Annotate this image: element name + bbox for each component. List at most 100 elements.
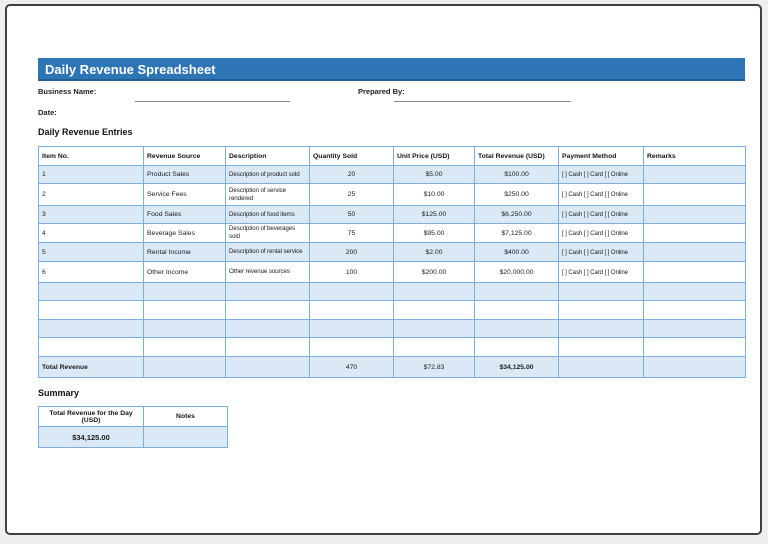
cell-total-revenue[interactable]: $250.00 — [474, 183, 559, 206]
cell-description[interactable]: Description of service rendered — [225, 183, 310, 206]
empty-cell[interactable] — [143, 282, 226, 301]
cell-item-no[interactable]: 4 — [38, 223, 144, 243]
total-revenue-value[interactable]: $34,125.00 — [474, 356, 559, 378]
cell-item-no[interactable]: 5 — [38, 242, 144, 262]
cell-remarks[interactable] — [643, 242, 746, 262]
empty-cell[interactable] — [143, 337, 226, 357]
empty-cell[interactable] — [643, 319, 746, 338]
cell-item-no[interactable]: 1 — [38, 165, 144, 184]
empty-cell[interactable] — [558, 300, 644, 320]
empty-cell[interactable] — [474, 337, 559, 357]
empty-cell[interactable] — [225, 300, 310, 320]
cell-remarks[interactable] — [643, 223, 746, 243]
empty-cell[interactable] — [643, 282, 746, 301]
cell-total-revenue[interactable]: $20,000.00 — [474, 261, 559, 283]
empty-cell[interactable] — [38, 282, 144, 301]
cell-description[interactable]: Description of product sold — [225, 165, 310, 184]
cell-payment-method[interactable]: [ ] Cash [ ] Card [ ] Online — [558, 223, 644, 243]
cell-quantity-sold[interactable]: 100 — [309, 261, 394, 283]
empty-cell[interactable] — [558, 337, 644, 357]
total-row-label[interactable]: Total Revenue — [38, 356, 144, 378]
cell-total-revenue[interactable]: $7,125.00 — [474, 223, 559, 243]
empty-cell[interactable] — [225, 282, 310, 301]
empty-cell[interactable] — [643, 337, 746, 357]
cell-description[interactable]: Description of rental service — [225, 242, 310, 262]
cell-revenue-source[interactable]: Other Income — [143, 261, 226, 283]
empty-cell[interactable] — [309, 319, 394, 338]
table-row: 5 Rental Income Description of rental se… — [38, 242, 746, 262]
empty-cell[interactable] — [38, 300, 144, 320]
empty-cell[interactable] — [225, 337, 310, 357]
cell-revenue-source[interactable]: Service Fees — [143, 183, 226, 206]
empty-cell[interactable] — [558, 356, 644, 378]
cell-remarks[interactable] — [643, 165, 746, 184]
empty-cell[interactable] — [143, 356, 226, 378]
empty-cell[interactable] — [474, 300, 559, 320]
empty-cell[interactable] — [309, 282, 394, 301]
cell-remarks[interactable] — [643, 205, 746, 224]
cell-total-revenue[interactable]: $400.00 — [474, 242, 559, 262]
cell-unit-price[interactable]: $125.00 — [393, 205, 475, 224]
cell-quantity-sold[interactable]: 75 — [309, 223, 394, 243]
cell-description[interactable]: Other revenue sources — [225, 261, 310, 283]
empty-cell[interactable] — [558, 282, 644, 301]
cell-revenue-source[interactable]: Food Sales — [143, 205, 226, 224]
empty-cell[interactable] — [143, 300, 226, 320]
empty-cell[interactable] — [393, 300, 475, 320]
empty-cell[interactable] — [309, 300, 394, 320]
empty-cell[interactable] — [225, 319, 310, 338]
cell-revenue-source[interactable]: Product Sales — [143, 165, 226, 184]
cell-revenue-source[interactable]: Rental Income — [143, 242, 226, 262]
cell-quantity-sold[interactable]: 25 — [309, 183, 394, 206]
col-header-total-revenue: Total Revenue (USD) — [474, 146, 559, 166]
cell-quantity-sold[interactable]: 200 — [309, 242, 394, 262]
cell-remarks[interactable] — [643, 261, 746, 283]
cell-payment-method[interactable]: [ ] Cash [ ] Card [ ] Online — [558, 242, 644, 262]
cell-payment-method[interactable]: [ ] Cash [ ] Card [ ] Online — [558, 183, 644, 206]
cell-total-revenue[interactable]: $6,250.00 — [474, 205, 559, 224]
cell-total-revenue[interactable]: $100.00 — [474, 165, 559, 184]
cell-payment-method[interactable]: [ ] Cash [ ] Card [ ] Online — [558, 261, 644, 283]
cell-description[interactable]: Description of beverages sold — [225, 223, 310, 243]
date-label: Date: — [38, 108, 57, 117]
total-row: Total Revenue 470 $72.83 $34,125.00 — [38, 356, 746, 378]
cell-unit-price[interactable]: $200.00 — [393, 261, 475, 283]
col-header-description: Description — [225, 146, 310, 166]
table-header-row: Item No. Revenue Source Description Quan… — [38, 146, 746, 166]
cell-item-no[interactable]: 3 — [38, 205, 144, 224]
empty-cell[interactable] — [309, 337, 394, 357]
cell-unit-price[interactable]: $95.00 — [393, 223, 475, 243]
empty-cell[interactable] — [558, 319, 644, 338]
empty-cell[interactable] — [474, 282, 559, 301]
cell-revenue-source[interactable]: Beverage Sales — [143, 223, 226, 243]
summary-table: Total Revenue for the Day (USD) Notes $3… — [38, 406, 228, 448]
empty-cell[interactable] — [643, 300, 746, 320]
empty-cell[interactable] — [643, 356, 746, 378]
total-quantity-sold[interactable]: 470 — [309, 356, 394, 378]
empty-cell[interactable] — [393, 319, 475, 338]
cell-item-no[interactable]: 2 — [38, 183, 144, 206]
empty-cell[interactable] — [225, 356, 310, 378]
empty-cell[interactable] — [393, 282, 475, 301]
cell-remarks[interactable] — [643, 183, 746, 206]
cell-unit-price[interactable]: $5.00 — [393, 165, 475, 184]
cell-description[interactable]: Description of food items — [225, 205, 310, 224]
empty-cell[interactable] — [474, 319, 559, 338]
empty-cell[interactable] — [143, 319, 226, 338]
cell-unit-price[interactable]: $10.00 — [393, 183, 475, 206]
summary-notes-value[interactable] — [143, 426, 228, 448]
cell-payment-method[interactable]: [ ] Cash [ ] Card [ ] Online — [558, 205, 644, 224]
business-name-field[interactable] — [135, 101, 290, 102]
prepared-by-field[interactable] — [394, 101, 571, 102]
empty-cell[interactable] — [38, 337, 144, 357]
cell-quantity-sold[interactable]: 50 — [309, 205, 394, 224]
cell-quantity-sold[interactable]: 20 — [309, 165, 394, 184]
total-unit-price[interactable]: $72.83 — [393, 356, 475, 378]
daily-revenue-table: Item No. Revenue Source Description Quan… — [38, 146, 746, 378]
empty-cell[interactable] — [38, 319, 144, 338]
summary-total-value[interactable]: $34,125.00 — [38, 426, 144, 448]
cell-item-no[interactable]: 6 — [38, 261, 144, 283]
cell-payment-method[interactable]: [ ] Cash [ ] Card [ ] Online — [558, 165, 644, 184]
cell-unit-price[interactable]: $2.00 — [393, 242, 475, 262]
empty-cell[interactable] — [393, 337, 475, 357]
